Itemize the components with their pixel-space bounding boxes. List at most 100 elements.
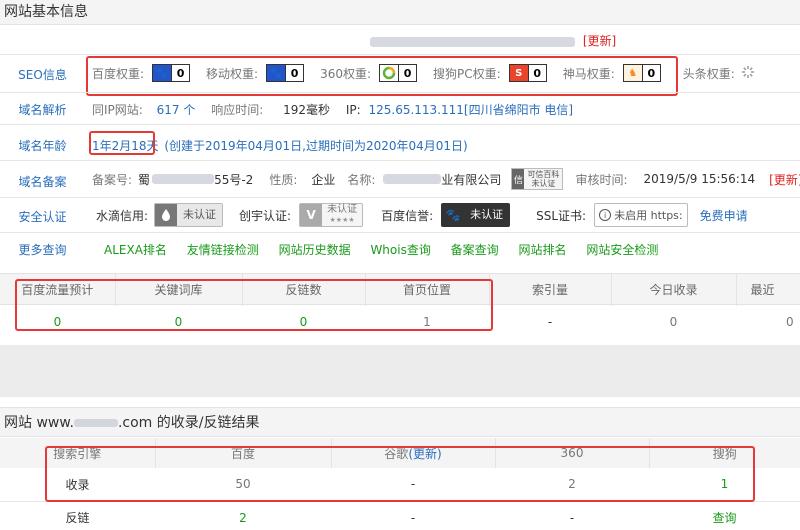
domain-age-detail: (创建于2019年04月01日,过期时间为2020年04月01日) xyxy=(164,139,468,153)
review-time-label: 审核时间: xyxy=(575,172,628,187)
360-weight-label: 360权重: xyxy=(320,66,372,81)
link-friend-links[interactable]: 友情链接检测 xyxy=(187,243,259,257)
response-time-label: 响应时间: xyxy=(211,103,264,117)
baidu-paw-icon: 🐾 xyxy=(153,65,172,81)
sogou-backlink-query-link[interactable]: 查询 xyxy=(649,501,800,530)
more-queries-links: ALEXA排名 友情链接检测 网站历史数据 Whois查询 备案查询 网站排名 … xyxy=(104,241,658,258)
ssl-button[interactable]: i 未启用 https: xyxy=(594,203,688,227)
ip-label: IP: xyxy=(345,103,361,117)
sogou-weight-badge[interactable]: S 0 xyxy=(508,64,547,82)
stats-value-index: - xyxy=(547,315,553,329)
chuangyu-stars: ★★★★ xyxy=(329,216,355,224)
beian-label: 域名备案 xyxy=(18,175,67,189)
baidu-paw-icon: 🐾 xyxy=(442,204,465,226)
ip-value[interactable]: 125.65.113.111[四川省绵阳市 电信] xyxy=(368,103,573,117)
table-row: 反链 2 - - 查询 xyxy=(0,501,800,530)
baidu-credit-text: 未认证 xyxy=(464,204,510,226)
domain-resolve-label: 域名解析 xyxy=(18,103,67,117)
beian-row: 备案号: 蜀 55号-2 性质: 企业 名称: 业有限公司 信 可信百科 未认证… xyxy=(92,168,800,190)
index-table: 搜索引擎 百度 谷歌(更新) 360 搜狗 收录 50 - 2 1 反链 2 -… xyxy=(0,438,800,530)
v-shield-icon: V xyxy=(300,204,323,226)
beian-number-label: 备案号: xyxy=(92,172,133,187)
chuangyu-cert-text: 未认证 xyxy=(327,204,358,215)
index-title-prefix: 网站 www. xyxy=(4,415,74,431)
stats-header-index: 索引量 xyxy=(489,273,612,306)
review-time-value: 2019/5/9 15:56:14 xyxy=(643,172,756,186)
loading-spinner-icon xyxy=(741,65,755,82)
stats-header-recent: 最近 xyxy=(750,283,775,297)
free-apply-link[interactable]: 免费申请 xyxy=(700,207,748,224)
google-index-value: - xyxy=(410,477,416,492)
chuangyu-cert-button[interactable]: V 未认证 ★★★★ xyxy=(299,203,364,227)
baidu-credit-button[interactable]: 🐾 未认证 xyxy=(441,203,511,227)
link-alexa[interactable]: ALEXA排名 xyxy=(104,243,167,257)
sogou-weight-value: 0 xyxy=(527,65,546,81)
ssl-text: 未启用 https: xyxy=(614,209,683,222)
blurred-beian-number xyxy=(152,174,215,184)
domain-age-row: 1年2月18天 (创建于2019年04月01日,过期时间为2020年04月01日… xyxy=(92,137,468,154)
beian-number-prefix: 蜀 xyxy=(138,172,151,187)
beian-name-suffix: 业有限公司 xyxy=(441,172,502,187)
info-circle-icon: i xyxy=(599,209,612,221)
index-header-engine: 搜索引擎 xyxy=(0,438,156,468)
baidu-weight-badge[interactable]: 🐾 0 xyxy=(152,64,191,82)
link-security-check[interactable]: 网站安全检测 xyxy=(586,243,658,257)
link-whois[interactable]: Whois查询 xyxy=(370,243,430,257)
stats-value-home-position: 1 xyxy=(423,315,431,329)
shuidi-label: 水滴信用: xyxy=(96,208,149,223)
baidu-weight-value: 0 xyxy=(171,65,190,81)
mobile-weight-badge[interactable]: 🐾 0 xyxy=(266,64,305,82)
stats-table: 百度流量预计 关键词库 反链数 首页位置 索引量 今日收录 最近 0 0 0 1… xyxy=(0,273,800,338)
shenma-weight-badge[interactable]: ♞ 0 xyxy=(622,64,661,82)
sogou-index-value[interactable]: 1 xyxy=(649,468,800,501)
stats-header-backlinks: 反链数 xyxy=(242,273,366,306)
index-header-google: 谷歌 xyxy=(384,446,409,461)
stats-value-backlinks[interactable]: 0 xyxy=(242,306,365,338)
beian-nature-value: 企业 xyxy=(311,172,336,187)
same-ip-value[interactable]: 617 个 xyxy=(157,103,196,117)
stats-header-keywords: 关键词库 xyxy=(115,273,243,306)
stats-value-traffic[interactable]: 0 xyxy=(0,306,115,338)
update-link[interactable]: [更新] xyxy=(583,34,616,48)
blurred-company-name xyxy=(383,174,442,184)
shenma-weight-value: 0 xyxy=(641,65,660,81)
beian-update-link[interactable]: [更新] xyxy=(769,171,800,188)
baidu-weight-label: 百度权重: xyxy=(92,66,145,81)
baidu-credit-label: 百度信誉: xyxy=(381,208,434,223)
shuidi-cert-button[interactable]: 未认证 xyxy=(154,203,224,227)
seo-info-label: SEO信息 xyxy=(18,68,67,82)
section-header-index-results: 网站 www. .com 的收录/反链结果 xyxy=(0,407,800,437)
kexin-badge[interactable]: 信 可信百科 未认证 xyxy=(511,168,564,190)
ssl-label: SSL证书: xyxy=(536,208,587,223)
site-title-row: [更新] xyxy=(370,32,616,48)
stats-value-recent: 0 xyxy=(786,315,794,329)
seo-weights: 百度权重: 🐾 0 移动权重: 🐾 0 360权重: 0 搜狗PC权重: S 0… xyxy=(92,62,755,84)
chuangyu-label: 创宇认证: xyxy=(239,208,292,223)
security-row: 水滴信用: 未认证 创宇认证: V 未认证 ★★★★ 百度信誉: 🐾 未认证 S… xyxy=(96,202,748,228)
360-ring-icon xyxy=(380,65,399,81)
stats-value-keywords[interactable]: 0 xyxy=(115,306,242,338)
google-backlink-value: - xyxy=(410,510,416,525)
index-row-label: 收录 xyxy=(65,477,90,492)
link-beian-query[interactable]: 备案查询 xyxy=(451,243,499,257)
same-ip-label: 同IP网站: xyxy=(92,103,143,117)
shenma-weight-label: 神马权重: xyxy=(562,66,615,81)
beian-nature-label: 性质: xyxy=(269,172,298,187)
sogou-s-icon: S xyxy=(509,65,528,81)
water-drop-icon xyxy=(155,204,178,226)
index-header-sogou: 搜狗 xyxy=(712,446,737,461)
page: 网站基本信息 [更新] SEO信息 百度权重: 🐾 0 移动权重: 🐾 0 36… xyxy=(0,0,800,530)
section-title: 网站基本信息 xyxy=(4,4,88,20)
google-update-link[interactable]: (更新) xyxy=(408,447,441,461)
domain-resolve-row: 同IP网站: 617 个 响应时间: 192毫秒 IP: 125.65.113.… xyxy=(92,101,573,118)
stats-value-today-index: 0 xyxy=(669,315,678,329)
link-history[interactable]: 网站历史数据 xyxy=(279,243,351,257)
360-weight-badge[interactable]: 0 xyxy=(379,64,418,82)
spacer-band xyxy=(0,345,800,397)
backlink-row-label: 反链 xyxy=(65,511,90,526)
baidu-index-value: 50 xyxy=(235,477,251,492)
baidu-backlink-value[interactable]: 2 xyxy=(155,501,331,530)
index-title-suffix: .com 的收录/反链结果 xyxy=(117,415,260,431)
link-site-rank[interactable]: 网站排名 xyxy=(519,243,567,257)
domain-age-label: 域名年龄 xyxy=(18,139,67,153)
